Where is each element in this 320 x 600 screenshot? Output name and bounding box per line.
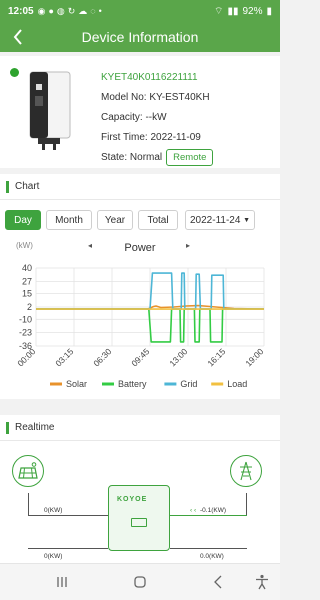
state-row: State: Normal Remote <box>101 148 214 168</box>
tab-total[interactable]: Total <box>138 210 178 230</box>
page-title: Device Information <box>81 29 199 45</box>
chat-icon: ● <box>48 5 54 16</box>
grid-power-value: -0.1(KW) <box>200 507 226 514</box>
model-row: Model No: KY-EST40KH <box>101 92 210 103</box>
wechat-icon: ◌ <box>90 5 96 16</box>
accessibility-button[interactable] <box>252 572 272 592</box>
y-tick-label: -23 <box>19 328 32 338</box>
caret-down-icon: ▼ <box>243 216 250 224</box>
y-tick-label: 40 <box>22 263 32 273</box>
battery-level: 92% <box>242 5 263 17</box>
x-tick-label: 09:45 <box>129 346 151 368</box>
home-icon <box>134 576 146 588</box>
chart-section-header: Chart <box>0 174 280 200</box>
solar-panel-icon <box>12 455 44 487</box>
notification-icons: ◉ ● ◍ ↻ ☁ ◌ • <box>38 6 102 17</box>
prev-day-arrow: ◂ <box>88 241 92 250</box>
load-flow-line <box>170 548 247 549</box>
y-tick-label: -10 <box>19 314 32 324</box>
inverter-logo: KOYOE <box>117 496 148 503</box>
inverter-screen <box>131 518 147 527</box>
section-marker <box>6 180 9 193</box>
inverter-image <box>29 71 71 150</box>
legend-label-battery: Battery <box>118 379 147 389</box>
x-tick-label: 03:15 <box>53 346 75 368</box>
back-nav-button[interactable] <box>208 572 228 592</box>
chart-title: Power <box>124 242 156 254</box>
realtime-card: Realtime 0(KW) ‹ ‹ -0.1(KW) 0(KW) 0.0(KW… <box>0 415 280 563</box>
cloud-icon: ☁ <box>78 5 88 16</box>
y-axis-unit: (kW) <box>16 241 33 250</box>
grid-arrows: ‹ ‹ <box>190 507 197 514</box>
chart-section-title: Chart <box>15 181 40 192</box>
system-nav-bar <box>0 563 280 600</box>
legend-label-solar: Solar <box>66 379 87 389</box>
app-header: Device Information <box>0 22 280 52</box>
pv-flow-line <box>28 493 29 515</box>
device-serial: KYET40K0116221111 <box>101 72 198 83</box>
dot-icon: • <box>98 5 102 16</box>
grid-flow-line <box>246 493 247 515</box>
first-time-value: 2022-11-09 <box>150 132 201 143</box>
x-tick-label: 06:30 <box>91 346 113 368</box>
first-time-row: First Time: 2022-11-09 <box>101 132 201 143</box>
back-icon <box>214 575 222 589</box>
device-details: KYET40K0116221111 Model No: KY-EST40KH C… <box>101 68 214 168</box>
legend-label-grid: Grid <box>180 379 197 389</box>
battery-power-value: 0(KW) <box>44 553 63 560</box>
capacity-value: --kW <box>145 112 167 123</box>
capacity-row: Capacity: --kW <box>101 112 167 123</box>
chart-card: Chart Day Month Year Total 2022-11-24 ▼ … <box>0 174 280 399</box>
device-card: KYET40K0116221111 Model No: KY-EST40KH C… <box>0 56 280 168</box>
y-tick-label: 27 <box>22 276 32 286</box>
online-status-dot <box>10 68 19 77</box>
x-tick-label: 13:00 <box>167 346 189 368</box>
accessibility-icon <box>256 574 268 590</box>
load-power-value: 0.0(KW) <box>200 553 224 560</box>
sync-icon: ↻ <box>67 5 76 16</box>
realtime-section-title: Realtime <box>15 422 55 433</box>
period-tabs: Day Month Year Total 2022-11-24 ▼ <box>5 210 255 230</box>
date-picker[interactable]: 2022-11-24 ▼ <box>185 210 255 230</box>
next-day-arrow: ▸ <box>186 241 190 250</box>
signal-icon: ▮▮ <box>227 5 239 17</box>
whatsapp-icon: ◉ <box>37 5 46 16</box>
model-value: KY-EST40KH <box>149 92 210 103</box>
date-value: 2022-11-24 <box>190 214 241 226</box>
realtime-section-header: Realtime <box>0 415 280 441</box>
battery-flow-line <box>28 548 108 549</box>
pv-flow-line <box>28 515 108 516</box>
tab-month[interactable]: Month <box>46 210 92 230</box>
x-tick-label: 16:15 <box>205 346 227 368</box>
status-bar: 12:05 ◉ ● ◍ ↻ ☁ ◌ • ⌔ ▮▮ 92% ▮ <box>0 0 280 22</box>
recent-apps-button[interactable] <box>52 572 72 592</box>
wifi-icon: ⌔ <box>214 5 224 17</box>
tab-day[interactable]: Day <box>5 210 41 230</box>
state-value: Normal <box>129 152 163 163</box>
back-button[interactable] <box>8 26 28 48</box>
home-button[interactable] <box>130 572 150 592</box>
tab-year[interactable]: Year <box>97 210 133 230</box>
grid-flow-line <box>170 515 247 516</box>
y-tick-label: 2 <box>27 302 32 312</box>
section-marker <box>6 421 9 434</box>
remote-button[interactable]: Remote <box>166 149 214 166</box>
recent-apps-icon <box>57 577 67 587</box>
power-chart: (kW) ◂ Power ▸4027152-10-23-3600:00 03:15 06:… <box>15 241 265 389</box>
battery-icon: ▮ <box>266 5 272 17</box>
pv-power-value: 0(KW) <box>44 507 63 514</box>
grid-tower-icon <box>230 455 262 487</box>
y-tick-label: 15 <box>22 289 32 299</box>
legend-label-load: Load <box>227 379 247 389</box>
status-time: 12:05 <box>8 5 34 17</box>
message-icon: ◍ <box>56 5 65 16</box>
inverter-node: KOYOE <box>108 485 170 551</box>
x-tick-label: 19:00 <box>243 346 265 368</box>
chevron-left-icon <box>13 29 22 45</box>
